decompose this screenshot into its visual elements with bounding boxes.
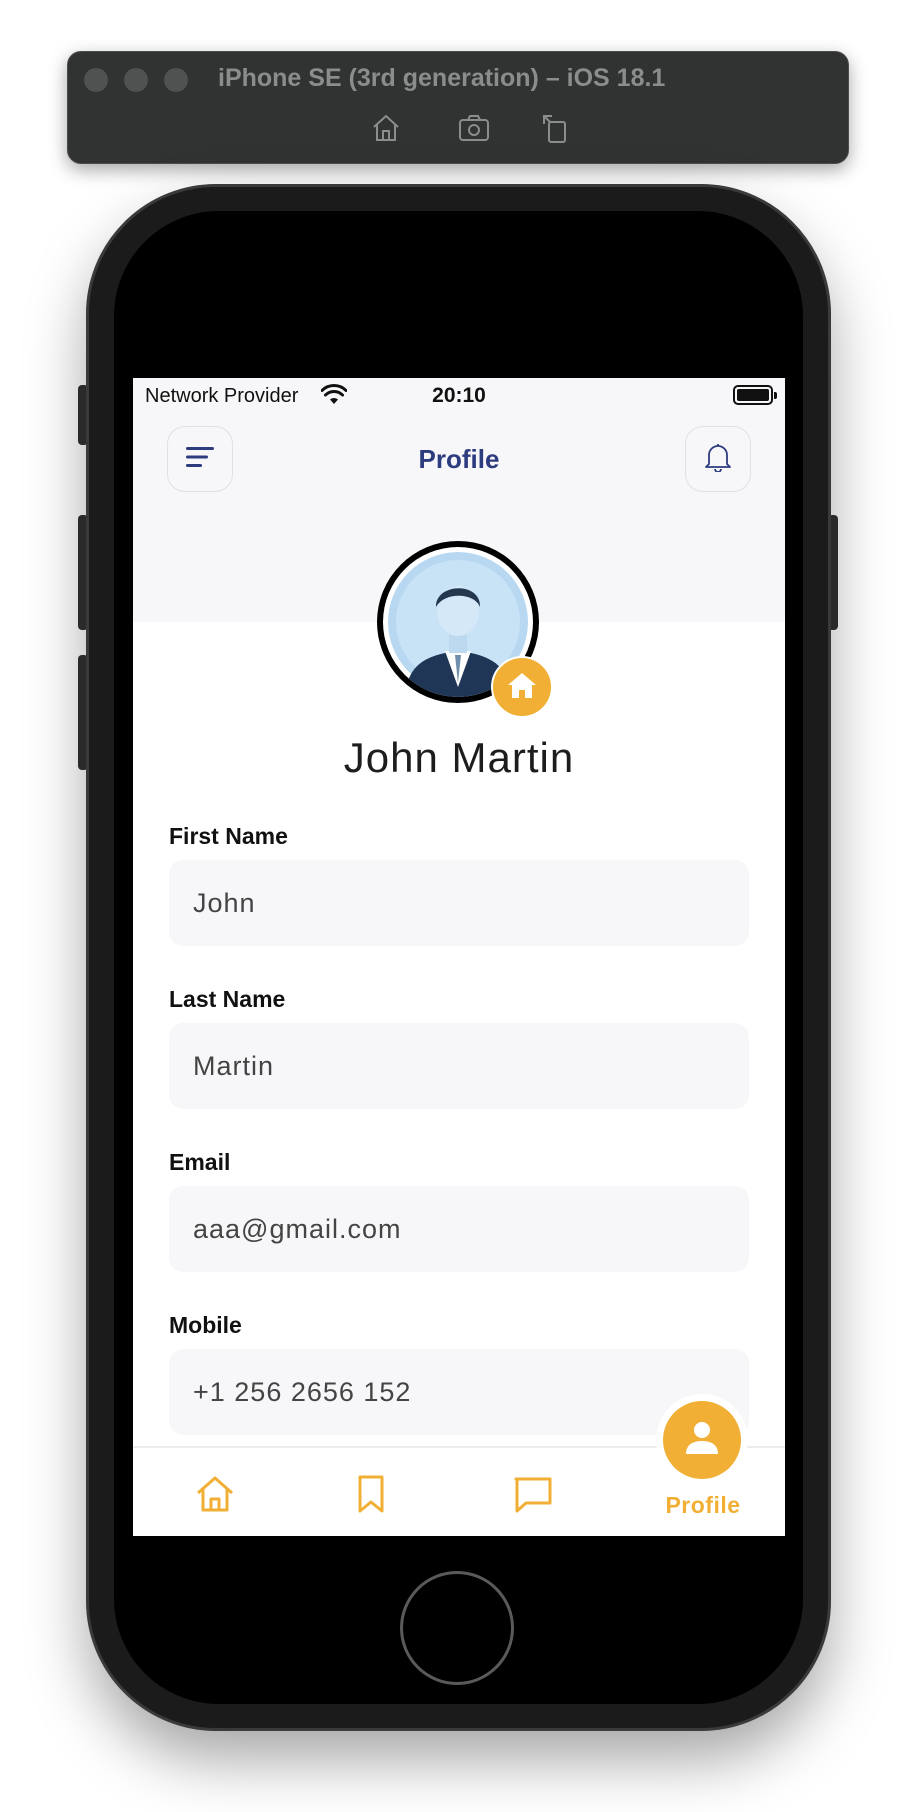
app-screen: Network Provider 20:10 Profile John Mart… bbox=[133, 378, 785, 1536]
rotate-icon[interactable] bbox=[538, 110, 574, 146]
bell-icon bbox=[704, 442, 732, 477]
home-icon bbox=[193, 1476, 237, 1520]
first-name-field[interactable] bbox=[169, 860, 749, 946]
home-icon bbox=[506, 670, 538, 705]
zoom-window-button[interactable] bbox=[164, 68, 188, 92]
home-icon[interactable] bbox=[368, 110, 404, 146]
status-bar: Network Provider 20:10 bbox=[133, 378, 785, 418]
status-time: 20:10 bbox=[432, 384, 486, 407]
first-name-label: First Name bbox=[169, 823, 288, 849]
user-name: John Martin bbox=[343, 734, 575, 781]
email-field[interactable] bbox=[169, 1186, 749, 1272]
screenshot-icon[interactable] bbox=[456, 110, 492, 146]
notifications-button[interactable] bbox=[685, 426, 751, 492]
battery-tip bbox=[774, 392, 777, 399]
battery-icon bbox=[733, 385, 773, 405]
close-window-button[interactable] bbox=[84, 68, 108, 92]
email-label: Email bbox=[169, 1149, 231, 1175]
home-button[interactable] bbox=[400, 1571, 514, 1685]
tab-profile[interactable] bbox=[663, 1401, 741, 1479]
last-name-field[interactable] bbox=[169, 1023, 749, 1109]
minimize-window-button[interactable] bbox=[124, 68, 148, 92]
mobile-label: Mobile bbox=[169, 1312, 242, 1338]
tab-messages[interactable] bbox=[511, 1472, 555, 1516]
simulator-title: iPhone SE (3rd generation) – iOS 18.1 bbox=[218, 64, 666, 92]
person-icon bbox=[682, 1418, 722, 1463]
tab-profile-label: Profile bbox=[665, 1492, 741, 1518]
avatar-badge[interactable] bbox=[491, 656, 553, 718]
tab-bookmarks[interactable] bbox=[349, 1472, 393, 1516]
last-name-label: Last Name bbox=[169, 986, 286, 1012]
tab-home[interactable] bbox=[193, 1472, 237, 1516]
chat-icon bbox=[511, 1477, 555, 1520]
simulator-window-bar: iPhone SE (3rd generation) – iOS 18.1 bbox=[67, 51, 849, 164]
bookmark-icon bbox=[349, 1475, 393, 1520]
